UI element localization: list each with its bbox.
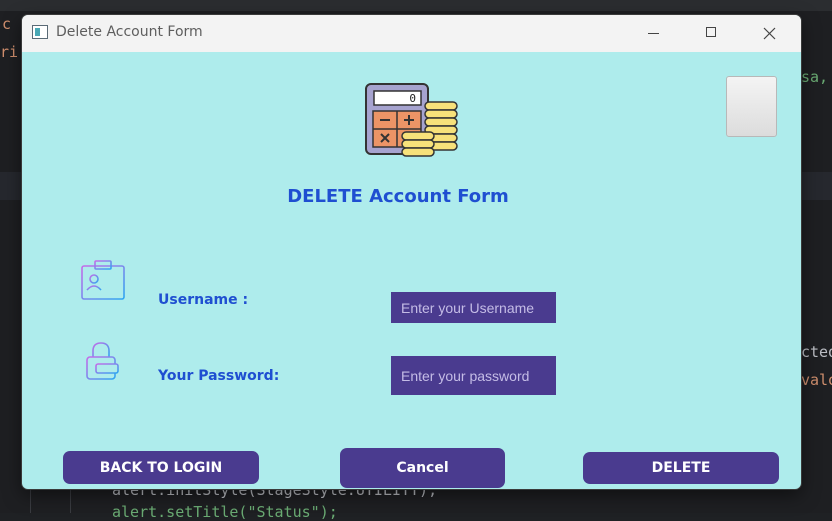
minimize-icon [648,33,659,34]
ide-topbar [0,0,832,11]
delete-button[interactable]: DELETE [583,452,779,484]
back-to-login-button[interactable]: BACK TO LOGIN [63,451,259,484]
form-content: 0 DELETE Account Form Username: Enter y… [22,52,801,489]
code-fragment: c [2,15,12,33]
maximize-button[interactable] [688,15,734,52]
id-card-icon [81,260,125,300]
password-input[interactable] [391,356,556,395]
lock-icon [86,342,119,380]
password-label: Your Password: [158,368,280,384]
maximize-icon [706,27,716,37]
close-icon [763,27,776,40]
minimize-button[interactable] [630,15,676,52]
cancel-button[interactable]: Cancel [340,448,505,488]
code-line: alert.setTitle("Status"); [112,503,338,521]
calculator-display: 0 [409,92,416,105]
code-fragment: ri [0,43,19,61]
username-input[interactable] [391,292,556,323]
window-title: Delete Account Form [56,24,203,40]
app-window-icon [32,25,48,39]
window-titlebar[interactable]: Delete Account Form [22,15,801,52]
code-fragment: cted [801,343,832,361]
close-button[interactable] [746,15,792,52]
form-title: DELETE Account Form [287,186,509,207]
calculator-coins-icon: 0 [365,83,458,157]
delete-account-window: Delete Account Form 0 DELETE Account For… [22,15,801,489]
username-label: Username : [158,292,249,308]
image-box [726,76,777,137]
ide-gutter [0,11,22,513]
code-fragment: valo [801,371,832,389]
code-fragment: sa, [801,68,829,86]
